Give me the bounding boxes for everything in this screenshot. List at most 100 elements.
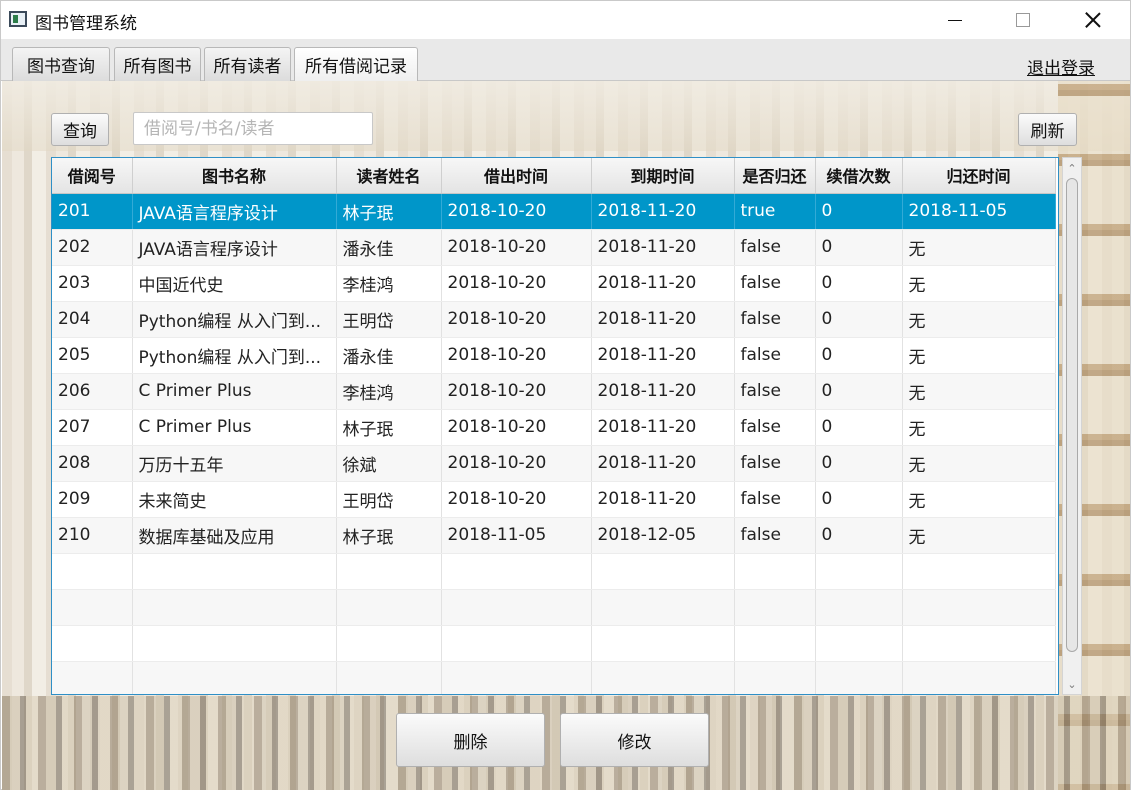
table-cell: false <box>734 337 816 374</box>
scroll-up-icon[interactable]: ⌃ <box>1063 160 1081 176</box>
table-cell: 无 <box>902 229 1056 266</box>
table-cell: false <box>734 409 816 446</box>
scrollbar-thumb[interactable] <box>1066 178 1078 652</box>
table-cell: 2018-11-20 <box>591 301 735 338</box>
table-cell: 2018-11-05 <box>441 517 592 554</box>
table-cell: 205 <box>52 337 133 374</box>
table-cell <box>132 589 337 626</box>
table-cell: 0 <box>815 229 903 266</box>
column-header[interactable]: 借出时间 <box>441 158 592 194</box>
table-row[interactable]: 210 数据库基础及应用 林子珉 2018-11-05 2018-12-05 false 0… <box>52 517 1056 554</box>
table-cell: 204 <box>52 301 133 338</box>
edit-button[interactable]: 修改 <box>560 713 709 767</box>
table-cell: false <box>734 229 816 266</box>
table-row[interactable]: 206 C Primer Plus 李桂鸿 2018-10-20 2018-11-20 f… <box>52 373 1056 410</box>
logout-link[interactable]: 退出登录 <box>1027 54 1095 79</box>
table-row[interactable]: 208 万历十五年 徐斌 2018-10-20 2018-11-20 false 0 无 <box>52 445 1056 482</box>
table-cell: 210 <box>52 517 133 554</box>
table-cell <box>52 553 133 590</box>
table-cell: 0 <box>815 193 903 230</box>
table-cell: 王明岱 <box>336 481 442 518</box>
table-cell: JAVA语言程序设计 <box>132 193 337 230</box>
table-cell: 潘永佳 <box>336 229 442 266</box>
table-cell: false <box>734 481 816 518</box>
table-cell: 李桂鸿 <box>336 373 442 410</box>
table-cell: 0 <box>815 409 903 446</box>
tab-all-borrow-records[interactable]: 所有借阅记录 <box>294 47 418 81</box>
table-cell: 2018-11-20 <box>591 373 735 410</box>
column-header[interactable]: 借阅号 <box>52 158 133 194</box>
table-cell <box>132 625 337 662</box>
title-bar: 图书管理系统 <box>1 1 1130 39</box>
table-cell: 李桂鸿 <box>336 265 442 302</box>
empty-table-row <box>52 661 1056 694</box>
table-row[interactable]: 203 中国近代史 李桂鸿 2018-10-20 2018-11-20 false 0 无 <box>52 265 1056 302</box>
table-row[interactable]: 201 JAVA语言程序设计 林子珉 2018-10-20 2018-11-20 true… <box>52 193 1056 230</box>
table-cell: 中国近代史 <box>132 265 337 302</box>
table-cell: 0 <box>815 481 903 518</box>
table-cell <box>441 625 592 662</box>
table-row[interactable]: 207 C Primer Plus 林子珉 2018-10-20 2018-11-20 f… <box>52 409 1056 446</box>
table-cell <box>52 625 133 662</box>
table-cell: 2018-11-20 <box>591 445 735 482</box>
table-row[interactable]: 209 未来简史 王明岱 2018-10-20 2018-11-20 false 0 无 <box>52 481 1056 518</box>
table-cell: 无 <box>902 265 1056 302</box>
table-cell: 林子珉 <box>336 517 442 554</box>
table-row[interactable]: 204 Python编程 从入门到... 王明岱 2018-10-20 2018-11-… <box>52 301 1056 338</box>
maximize-button[interactable] <box>1000 1 1046 39</box>
table-cell: 2018-12-05 <box>591 517 735 554</box>
window-title: 图书管理系统 <box>35 14 137 34</box>
table-cell: 203 <box>52 265 133 302</box>
minimize-button[interactable] <box>932 1 978 39</box>
table-cell: 2018-11-20 <box>591 409 735 446</box>
table-cell: 数据库基础及应用 <box>132 517 337 554</box>
table-cell: 2018-10-20 <box>441 265 592 302</box>
table-cell: C Primer Plus <box>132 409 337 446</box>
tab-all-readers[interactable]: 所有读者 <box>204 47 291 81</box>
empty-table-row <box>52 625 1056 662</box>
column-header[interactable]: 到期时间 <box>591 158 735 194</box>
scroll-down-icon[interactable]: ⌄ <box>1063 676 1081 692</box>
table-cell <box>441 589 592 626</box>
column-header[interactable]: 是否归还 <box>734 158 816 194</box>
table-cell <box>734 553 816 590</box>
table-cell: Python编程 从入门到... <box>132 337 337 374</box>
column-header[interactable]: 归还时间 <box>902 158 1056 194</box>
borrow-records-table[interactable]: 借阅号 图书名称 读者姓名 借出时间 到期时间 是否归还 续借次数 归还时间 201 JAVA语… <box>51 157 1059 695</box>
table-cell <box>336 625 442 662</box>
table-header-row: 借阅号 图书名称 读者姓名 借出时间 到期时间 是否归还 续借次数 归还时间 <box>52 158 1056 194</box>
table-row[interactable]: 205 Python编程 从入门到... 潘永佳 2018-10-20 2018-11-… <box>52 337 1056 374</box>
table-cell <box>591 661 735 694</box>
table-cell: false <box>734 517 816 554</box>
tab-all-books[interactable]: 所有图书 <box>114 47 201 81</box>
table-cell <box>591 625 735 662</box>
table-cell: 无 <box>902 337 1056 374</box>
column-header[interactable]: 图书名称 <box>132 158 337 194</box>
table-cell: 2018-10-20 <box>441 229 592 266</box>
table-cell <box>734 661 816 694</box>
table-cell: 无 <box>902 373 1056 410</box>
close-button[interactable] <box>1070 1 1116 39</box>
table-cell <box>336 553 442 590</box>
table-cell: false <box>734 265 816 302</box>
table-cell <box>902 589 1056 626</box>
table-cell <box>441 661 592 694</box>
table-cell: 0 <box>815 265 903 302</box>
search-input[interactable] <box>133 112 373 145</box>
vertical-scrollbar[interactable]: ⌃ ⌄ <box>1062 157 1082 695</box>
minimize-icon <box>948 19 962 21</box>
table-row[interactable]: 202 JAVA语言程序设计 潘永佳 2018-10-20 2018-11-20 fals… <box>52 229 1056 266</box>
table-cell: 2018-10-20 <box>441 337 592 374</box>
table-cell <box>815 589 903 626</box>
table-cell <box>902 625 1056 662</box>
delete-button[interactable]: 删除 <box>396 713 545 767</box>
table-cell <box>441 553 592 590</box>
table-cell: false <box>734 373 816 410</box>
tab-book-search[interactable]: 图书查询 <box>12 47 110 81</box>
table-cell: 2018-11-05 <box>902 193 1056 230</box>
table-cell: 2018-11-20 <box>591 229 735 266</box>
column-header[interactable]: 读者姓名 <box>336 158 442 194</box>
refresh-button[interactable]: 刷新 <box>1018 113 1077 146</box>
query-button[interactable]: 查询 <box>51 113 109 146</box>
column-header[interactable]: 续借次数 <box>815 158 903 194</box>
